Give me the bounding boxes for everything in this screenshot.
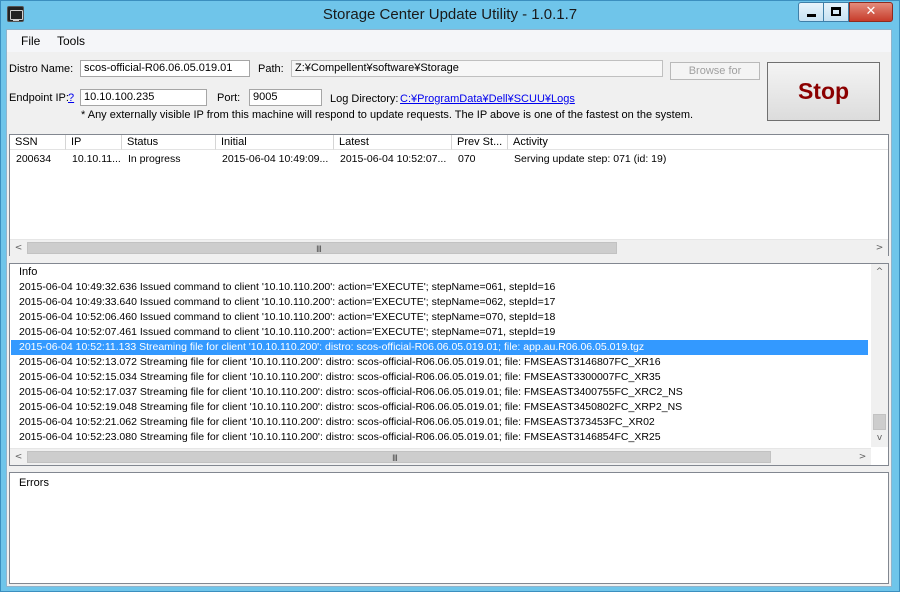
endpoint-help-link[interactable]: ? bbox=[68, 92, 74, 104]
title-bar[interactable]: Storage Center Update Utility - 1.0.1.7 … bbox=[1, 1, 899, 29]
column-initial[interactable]: Initial bbox=[216, 135, 334, 150]
distro-name-field[interactable]: scos-official-R06.06.05.019.01 bbox=[80, 60, 250, 77]
path-field[interactable]: Z:¥Compellent¥software¥Storage bbox=[291, 60, 663, 77]
list-item[interactable]: 2015-06-04 10:52:23.080 Streaming file f… bbox=[11, 430, 868, 445]
cell-status: In progress bbox=[128, 153, 181, 165]
list-item-selected[interactable]: 2015-06-04 10:52:11.133 Streaming file f… bbox=[11, 340, 868, 355]
endpoint-ip-label: Endpoint IP: bbox=[9, 92, 69, 104]
cell-initial: 2015-06-04 10:49:09... bbox=[222, 153, 329, 165]
column-status[interactable]: Status bbox=[122, 135, 216, 150]
column-ssn[interactable]: SSN bbox=[10, 135, 66, 150]
list-item[interactable]: 2015-06-04 10:52:19.048 Streaming file f… bbox=[11, 400, 868, 415]
minimize-icon bbox=[807, 14, 816, 17]
scroll-right-icon[interactable]: > bbox=[854, 449, 871, 465]
scroll-left-icon[interactable]: < bbox=[10, 240, 27, 256]
info-horizontal-scrollbar[interactable]: < III > bbox=[10, 448, 871, 465]
info-log[interactable]: Info 2015-06-04 10:49:32.636 Issued comm… bbox=[9, 263, 889, 466]
list-item[interactable]: 2015-06-04 10:52:06.460 Issued command t… bbox=[11, 310, 868, 325]
maximize-button[interactable] bbox=[824, 2, 849, 22]
scroll-down-icon[interactable]: v bbox=[871, 430, 888, 446]
cell-activity: Serving update step: 071 (id: 19) bbox=[514, 153, 667, 165]
errors-log[interactable]: Errors bbox=[9, 472, 889, 584]
log-directory-link[interactable]: C:¥ProgramData¥Dell¥SCUU¥Logs bbox=[400, 93, 575, 105]
maximize-icon bbox=[831, 7, 841, 16]
stop-button[interactable]: Stop bbox=[767, 62, 880, 121]
cell-ssn: 200634 bbox=[16, 153, 52, 165]
browse-button[interactable]: Browse for bbox=[670, 62, 760, 80]
log-directory-label: Log Directory: bbox=[330, 93, 399, 105]
list-item[interactable]: 2015-06-04 10:52:17.037 Streaming file f… bbox=[11, 385, 868, 400]
client-area: File Tools Distro Name: scos-official-R0… bbox=[6, 29, 892, 587]
list-item[interactable]: 2015-06-04 10:52:21.062 Streaming file f… bbox=[11, 415, 868, 430]
menu-tools[interactable]: Tools bbox=[57, 34, 85, 48]
window-title: Storage Center Update Utility - 1.0.1.7 bbox=[322, 6, 578, 23]
list-item[interactable]: 2015-06-04 10:52:15.034 Streaming file f… bbox=[11, 370, 868, 385]
scroll-thumb[interactable]: III bbox=[27, 451, 771, 464]
port-label: Port: bbox=[217, 92, 241, 104]
list-item[interactable]: 2015-06-04 10:52:07.461 Issued command t… bbox=[11, 325, 868, 340]
port-field[interactable]: 9005 bbox=[249, 89, 322, 106]
cell-prev-step: 070 bbox=[458, 153, 476, 165]
column-ip[interactable]: IP bbox=[66, 135, 122, 150]
close-button[interactable]: ✕ bbox=[849, 2, 893, 22]
column-activity[interactable]: Activity bbox=[508, 135, 888, 150]
menu-file[interactable]: File bbox=[21, 34, 40, 48]
scroll-right-icon[interactable]: > bbox=[871, 240, 888, 256]
info-vertical-scrollbar[interactable]: ^ v bbox=[871, 264, 888, 447]
endpoint-note: * Any externally visible IP from this ma… bbox=[81, 109, 694, 121]
scroll-grip-icon: III bbox=[316, 245, 322, 255]
list-item[interactable]: 2015-06-04 10:49:33.640 Issued command t… bbox=[11, 295, 868, 310]
column-latest[interactable]: Latest bbox=[334, 135, 452, 150]
list-item[interactable]: 2015-06-04 10:52:13.072 Streaming file f… bbox=[11, 355, 868, 370]
clients-list[interactable]: SSN IP Status Initial Latest Prev St... … bbox=[9, 134, 889, 256]
app-window: Storage Center Update Utility - 1.0.1.7 … bbox=[0, 0, 900, 592]
scroll-up-icon[interactable]: ^ bbox=[871, 264, 888, 280]
cell-latest: 2015-06-04 10:52:07... bbox=[340, 153, 447, 165]
endpoint-ip-field[interactable]: 10.10.100.235 bbox=[80, 89, 207, 106]
path-label: Path: bbox=[258, 63, 284, 75]
info-title: Info bbox=[19, 266, 38, 278]
scroll-grip-icon: III bbox=[392, 454, 398, 464]
distro-name-label: Distro Name: bbox=[9, 63, 74, 75]
minimize-button[interactable] bbox=[798, 2, 824, 22]
list-item[interactable]: 2015-06-04 10:49:32.636 Issued command t… bbox=[11, 280, 868, 295]
cell-ip: 10.10.11... bbox=[72, 153, 120, 165]
close-icon: ✕ bbox=[865, 4, 877, 19]
errors-title: Errors bbox=[19, 477, 49, 489]
scroll-thumb[interactable] bbox=[873, 414, 886, 430]
clients-horizontal-scrollbar[interactable]: < III > bbox=[10, 239, 888, 256]
menu-bar: File Tools bbox=[7, 30, 891, 52]
column-prev-step[interactable]: Prev St... bbox=[452, 135, 508, 150]
scroll-left-icon[interactable]: < bbox=[10, 449, 27, 465]
scroll-thumb[interactable]: III bbox=[27, 242, 617, 255]
